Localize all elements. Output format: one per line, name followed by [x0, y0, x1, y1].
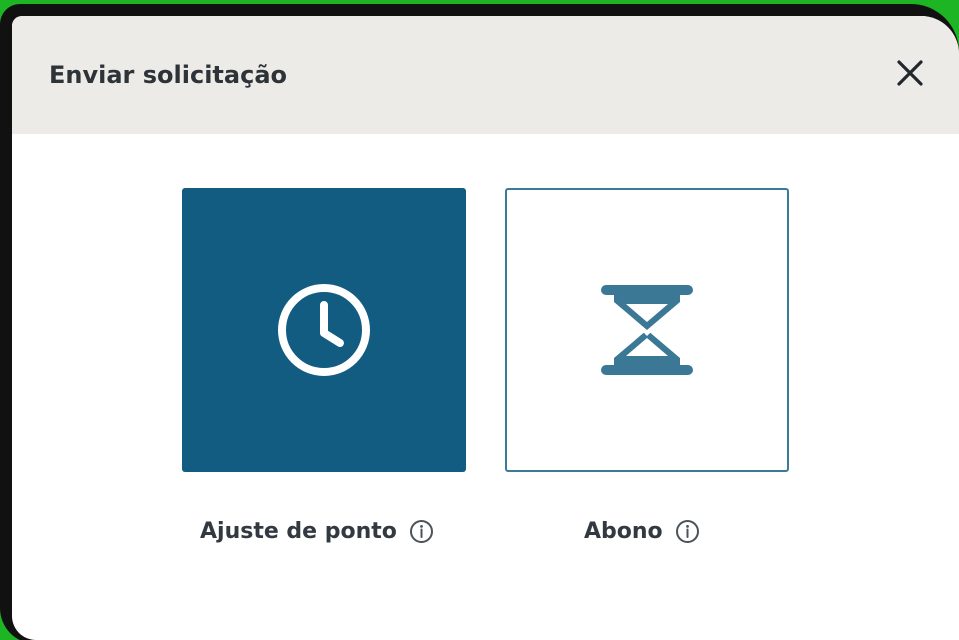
ajuste-de-ponto-card[interactable] [182, 188, 466, 472]
close-button[interactable] [888, 53, 932, 93]
abono-info-icon[interactable] [675, 518, 701, 544]
info-icon [676, 519, 700, 543]
dialog-title: Enviar solicitação [49, 61, 287, 89]
ajuste-de-ponto-text: Ajuste de ponto [200, 518, 397, 544]
info-icon [410, 519, 434, 543]
dialog-frame: Enviar solicitação Ajuste de ponto Abono [0, 4, 959, 640]
dialog-body: Ajuste de ponto Abono [12, 134, 959, 640]
request-dialog: Enviar solicitação Ajuste de ponto Abono [12, 16, 959, 640]
hourglass-icon [601, 285, 693, 375]
abono-card[interactable] [505, 188, 789, 472]
ajuste-de-ponto-info-icon[interactable] [409, 518, 435, 544]
ajuste-de-ponto-label: Ajuste de ponto [200, 514, 435, 548]
close-icon [897, 60, 923, 86]
clock-icon [278, 284, 370, 376]
abono-label: Abono [584, 514, 701, 548]
abono-text: Abono [584, 518, 663, 544]
dialog-header: Enviar solicitação [12, 16, 959, 134]
